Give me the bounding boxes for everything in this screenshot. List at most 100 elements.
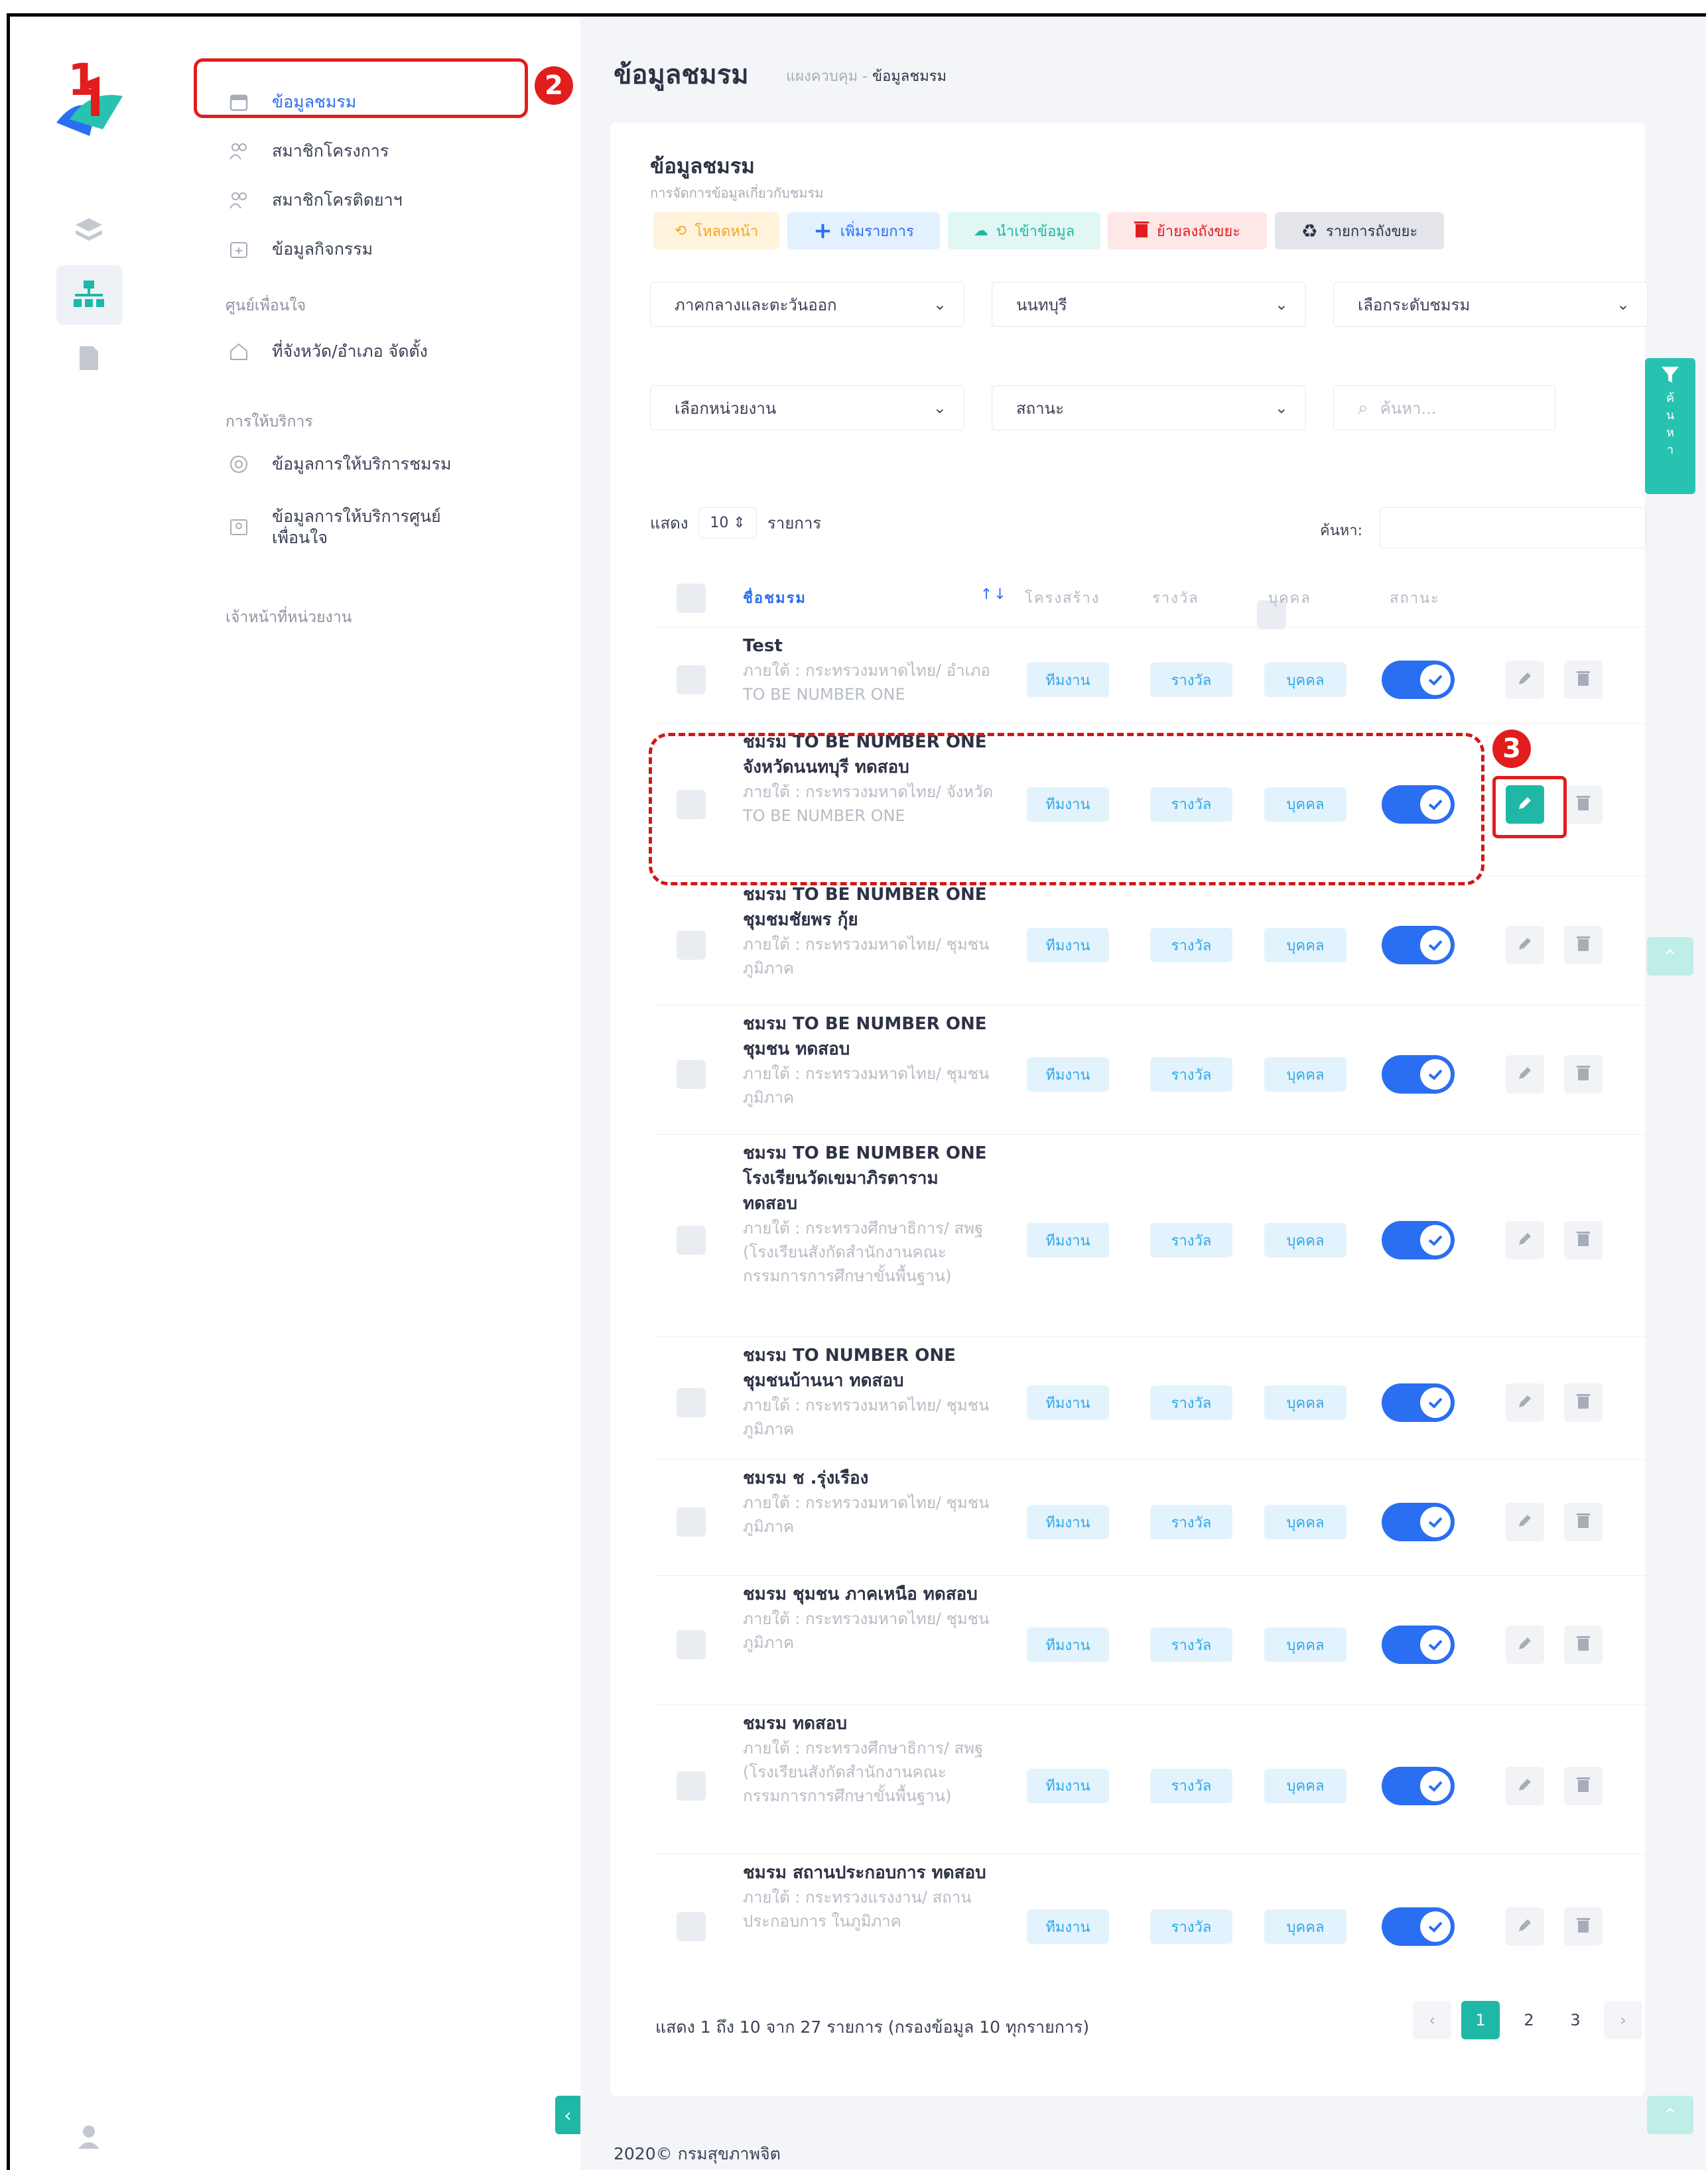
club-name[interactable]: ชมรม ทดสอบ bbox=[743, 1711, 995, 1736]
delete-row-button[interactable] bbox=[1564, 785, 1603, 824]
club-name[interactable]: ชมรม TO BE NUMBER ONE ชุมชน ทดสอบ bbox=[743, 1011, 995, 1062]
status-toggle[interactable] bbox=[1382, 1221, 1455, 1259]
sidebar-item-centers[interactable]: ที่จังหวัด/อำเภอ จัดตั้ง bbox=[226, 332, 428, 371]
row-checkbox[interactable] bbox=[677, 1060, 706, 1089]
award-button[interactable]: รางวัล bbox=[1150, 1909, 1232, 1944]
status-toggle[interactable] bbox=[1382, 1766, 1455, 1805]
edit-button[interactable] bbox=[1506, 926, 1544, 964]
person-button[interactable]: บุคคล bbox=[1264, 928, 1347, 962]
sidebar-item-activities[interactable]: ข้อมูลกิจกรรม bbox=[226, 229, 373, 269]
import-button[interactable]: ☁ นำเข้าข้อมูล bbox=[948, 212, 1100, 249]
team-button[interactable]: ทีมงาน bbox=[1027, 1223, 1109, 1257]
scroll-top-button-bottom[interactable]: ⌃ bbox=[1647, 2096, 1693, 2134]
table-search-input[interactable] bbox=[1380, 507, 1646, 548]
sitemap-icon[interactable] bbox=[71, 277, 107, 313]
page-size-select[interactable]: 10 ⇕ bbox=[698, 507, 757, 539]
breadcrumb-home[interactable]: แผงควบคุม bbox=[786, 68, 858, 85]
pagination-page-2[interactable]: 2 bbox=[1510, 2001, 1548, 2039]
person-button[interactable]: บุคคล bbox=[1264, 1505, 1347, 1539]
award-button[interactable]: รางวัล bbox=[1150, 1057, 1232, 1092]
team-button[interactable]: ทีมงาน bbox=[1027, 1385, 1109, 1420]
row-checkbox[interactable] bbox=[677, 665, 706, 694]
person-button[interactable]: บุคคล bbox=[1264, 1385, 1347, 1420]
user-icon[interactable] bbox=[71, 2119, 107, 2155]
search-button[interactable]: ค้ น ห า bbox=[1645, 358, 1695, 494]
layers-icon[interactable] bbox=[71, 212, 107, 248]
delete-row-button[interactable] bbox=[1564, 661, 1603, 699]
team-button[interactable]: ทีมงาน bbox=[1027, 663, 1109, 697]
status-toggle[interactable] bbox=[1382, 1907, 1455, 1946]
team-button[interactable]: ทีมงาน bbox=[1027, 1768, 1109, 1803]
award-button[interactable]: รางวัล bbox=[1150, 663, 1232, 697]
club-name[interactable]: ชมรม TO BE NUMBER ONE ชุมชมชัยพร กุ้ย bbox=[743, 882, 995, 932]
award-button[interactable]: รางวัล bbox=[1150, 1385, 1232, 1420]
status-toggle[interactable] bbox=[1382, 1626, 1455, 1664]
status-toggle[interactable] bbox=[1382, 926, 1455, 964]
row-checkbox[interactable] bbox=[677, 1771, 706, 1801]
club-name[interactable]: ชมรม ช .รุ่งเรือง bbox=[743, 1466, 995, 1491]
sidebar-item-center-services[interactable]: ข้อมูลการให้บริการศูนย์ เพื่อนใจ bbox=[226, 497, 441, 557]
delete-row-button[interactable] bbox=[1564, 1907, 1603, 1946]
team-button[interactable]: ทีมงาน bbox=[1027, 1628, 1109, 1662]
row-checkbox[interactable] bbox=[677, 1912, 706, 1941]
status-toggle[interactable] bbox=[1382, 1383, 1455, 1422]
delete-row-button[interactable] bbox=[1564, 1383, 1603, 1422]
search-input[interactable]: ⌕ ค้นหา... bbox=[1333, 385, 1555, 430]
club-name[interactable]: ชมรม TO NUMBER ONE ชุมชนบ้านนา ทดสอบ bbox=[743, 1343, 995, 1393]
sidebar-item-club-services[interactable]: ข้อมูลการให้บริการชมรม bbox=[226, 444, 451, 484]
province-select[interactable]: นนทบุรี ⌄ bbox=[992, 282, 1306, 327]
team-button[interactable]: ทีมงาน bbox=[1027, 1057, 1109, 1092]
status-toggle[interactable] bbox=[1382, 661, 1455, 699]
scroll-top-button[interactable]: ⌃ bbox=[1647, 937, 1693, 976]
row-checkbox[interactable] bbox=[677, 1630, 706, 1659]
trash-list-button[interactable]: ♻ รายการถังขยะ bbox=[1275, 212, 1444, 249]
delete-button[interactable]: ย้ายลงถังขยะ bbox=[1108, 212, 1267, 249]
level-select[interactable]: เลือกระดับชมรม ⌄ bbox=[1333, 282, 1648, 327]
unit-select[interactable]: เลือกหน่วยงาน ⌄ bbox=[650, 385, 964, 430]
award-button[interactable]: รางวัล bbox=[1150, 928, 1232, 962]
pagination-page-1[interactable]: 1 bbox=[1461, 2001, 1500, 2039]
sidebar-collapse-button[interactable]: ‹ bbox=[555, 2096, 580, 2134]
row-checkbox[interactable] bbox=[677, 1507, 706, 1537]
person-button[interactable]: บุคคล bbox=[1264, 1909, 1347, 1944]
delete-row-button[interactable] bbox=[1564, 926, 1603, 964]
pagination-prev[interactable]: ‹ bbox=[1413, 2001, 1451, 2039]
person-button[interactable]: บุคคล bbox=[1264, 1057, 1347, 1092]
add-button[interactable]: + เพิ่มรายการ bbox=[787, 212, 940, 249]
delete-row-button[interactable] bbox=[1564, 1055, 1603, 1094]
award-button[interactable]: รางวัล bbox=[1150, 1505, 1232, 1539]
delete-row-button[interactable] bbox=[1564, 1503, 1603, 1541]
sidebar-item-members[interactable]: สมาชิกโครงการ bbox=[226, 131, 389, 171]
sort-icon[interactable]: ↑↓ bbox=[980, 586, 1008, 603]
delete-row-button[interactable] bbox=[1564, 1626, 1603, 1664]
pagination-next[interactable]: › bbox=[1604, 2001, 1642, 2039]
team-button[interactable]: ทีมงาน bbox=[1027, 1505, 1109, 1539]
award-button[interactable]: รางวัล bbox=[1150, 1223, 1232, 1257]
document-icon[interactable] bbox=[71, 340, 107, 376]
region-select[interactable]: ภาคกลางและตะวันออก ⌄ bbox=[650, 282, 964, 327]
team-button[interactable]: ทีมงาน bbox=[1027, 1909, 1109, 1944]
edit-button[interactable] bbox=[1506, 1055, 1544, 1094]
delete-row-button[interactable] bbox=[1564, 1766, 1603, 1805]
row-checkbox[interactable] bbox=[677, 1226, 706, 1255]
person-button[interactable]: บุคคล bbox=[1264, 663, 1347, 697]
row-checkbox[interactable] bbox=[677, 930, 706, 960]
award-button[interactable]: รางวัล bbox=[1150, 1768, 1232, 1803]
team-button[interactable]: ทีมงาน bbox=[1027, 928, 1109, 962]
status-toggle[interactable] bbox=[1382, 1055, 1455, 1094]
edit-button[interactable] bbox=[1506, 1766, 1544, 1805]
club-name[interactable]: Test bbox=[743, 633, 995, 659]
club-name[interactable]: ชมรม สถานประกอบการ ทดสอบ bbox=[743, 1860, 995, 1885]
award-button[interactable]: รางวัล bbox=[1150, 1628, 1232, 1662]
reload-button[interactable]: ⟲ โหลดหน้า bbox=[653, 212, 779, 249]
pagination-page-3[interactable]: 3 bbox=[1556, 2001, 1595, 2039]
sidebar-group-heading[interactable]: เจ้าหน้าที่หน่วยงาน bbox=[226, 606, 352, 629]
delete-row-button[interactable] bbox=[1564, 1221, 1603, 1259]
row-checkbox[interactable] bbox=[677, 1388, 706, 1417]
edit-button[interactable] bbox=[1506, 1907, 1544, 1946]
column-header-club[interactable]: ชื่อชมรม bbox=[743, 586, 807, 609]
club-name[interactable]: ชมรม TO BE NUMBER ONE โรงเรียนวัดเขมาภิร… bbox=[743, 1141, 995, 1216]
select-all-checkbox[interactable] bbox=[677, 584, 706, 613]
edit-button[interactable] bbox=[1506, 1383, 1544, 1422]
club-name[interactable]: ชมรม ชุมชน ภาคเหนือ ทดสอบ bbox=[743, 1582, 995, 1607]
